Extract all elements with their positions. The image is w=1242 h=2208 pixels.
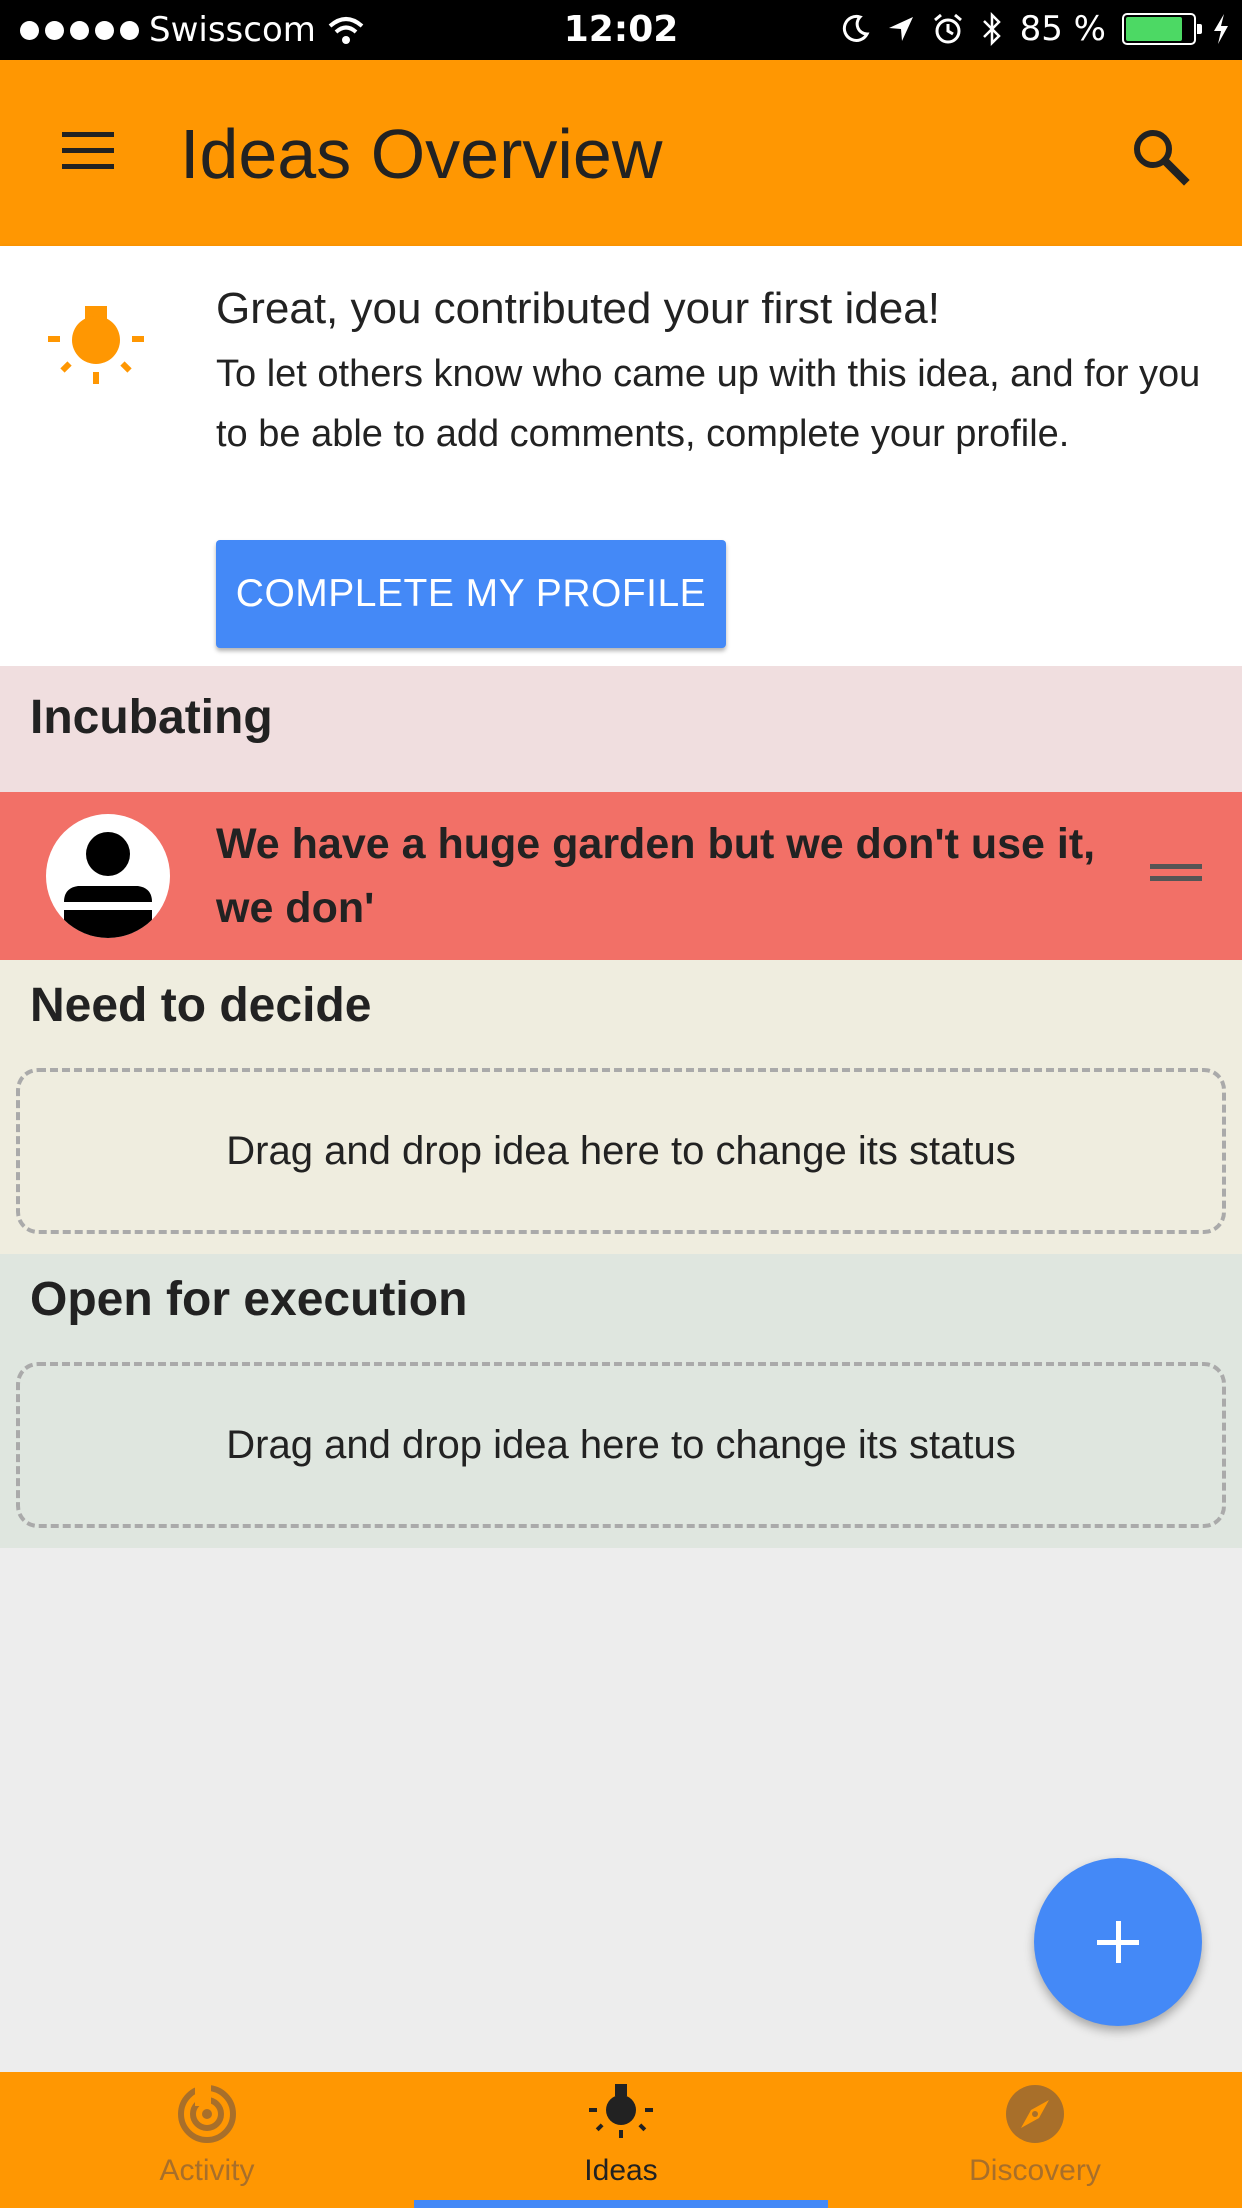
battery-icon	[1122, 13, 1202, 45]
nav-item-discovery[interactable]: Discovery	[828, 2072, 1242, 2208]
drag-handle-icon[interactable]	[1150, 858, 1202, 888]
bluetooth-icon	[982, 12, 1001, 46]
page-title: Ideas Overview	[180, 115, 663, 193]
notice-title: Great, you contributed your first idea!	[216, 284, 940, 333]
menu-icon[interactable]	[56, 126, 120, 176]
alarm-icon	[933, 13, 962, 44]
idea-card[interactable]: We have a huge garden but we don't use i…	[0, 792, 1242, 960]
section-title: Need to decide	[30, 979, 372, 1032]
active-tab-indicator	[414, 2200, 828, 2208]
battery-percent: 85 %	[1019, 9, 1106, 49]
plus-icon	[1097, 1921, 1139, 1963]
bottom-navigation: Activity Ideas Discovery	[0, 2072, 1242, 2208]
nav-item-ideas[interactable]: Ideas	[414, 2072, 828, 2208]
profile-notice-card: Great, you contributed your first idea! …	[0, 246, 1242, 666]
charging-icon	[1214, 14, 1228, 44]
status-right: 85 %	[840, 9, 1230, 49]
search-icon[interactable]	[1128, 124, 1192, 188]
section-incubating: Incubating	[0, 666, 1242, 792]
moon-icon	[842, 14, 870, 42]
avatar	[46, 814, 170, 938]
add-idea-button[interactable]	[1034, 1858, 1202, 2026]
nav-item-activity[interactable]: Activity	[0, 2072, 414, 2208]
idea-title: We have a huge garden but we don't use i…	[216, 820, 1096, 932]
app-bar: Ideas Overview	[0, 60, 1242, 246]
section-title: Incubating	[30, 691, 273, 744]
status-bar: Swisscom 12:02 85 %	[0, 0, 1242, 60]
section-title: Open for execution	[30, 1273, 468, 1326]
compass-icon	[1006, 2085, 1064, 2143]
notice-body: To let others know who came up with this…	[216, 353, 1201, 455]
drop-zone[interactable]: Drag and drop idea here to change its st…	[16, 1068, 1226, 1234]
nav-label: Ideas	[584, 2154, 658, 2187]
section-open-for-execution: Open for execution Drag and drop idea he…	[0, 1254, 1242, 1548]
section-need-to-decide: Need to decide Drag and drop idea here t…	[0, 960, 1242, 1254]
lightbulb-icon	[48, 306, 144, 384]
activity-icon	[178, 2084, 236, 2143]
nav-label: Discovery	[969, 2154, 1101, 2187]
location-arrow-icon	[888, 17, 913, 41]
lightbulb-icon	[589, 2084, 653, 2138]
complete-profile-button[interactable]: COMPLETE MY PROFILE	[216, 540, 726, 648]
nav-label: Activity	[159, 2154, 255, 2187]
drop-zone[interactable]: Drag and drop idea here to change its st…	[16, 1362, 1226, 1528]
